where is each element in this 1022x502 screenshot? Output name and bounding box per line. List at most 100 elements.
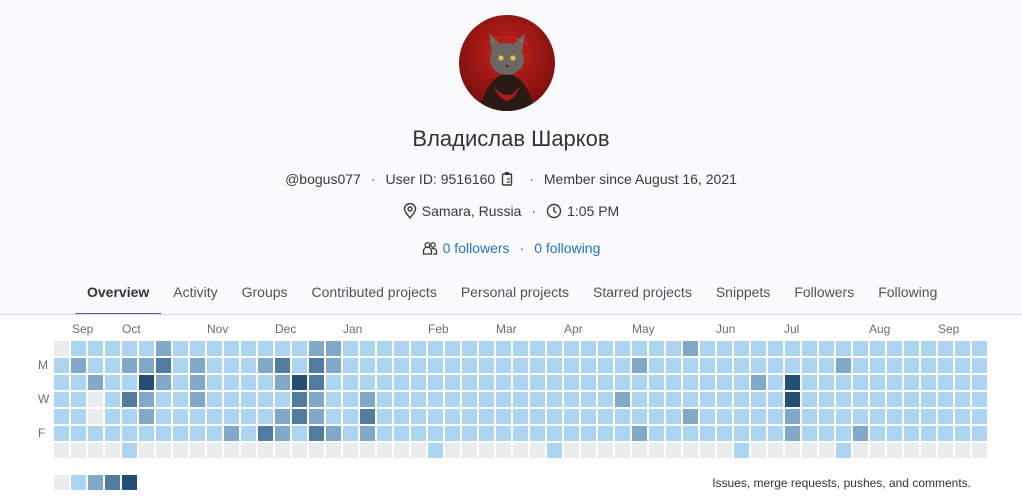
contribution-cell[interactable]	[853, 358, 868, 373]
contribution-cell[interactable]	[122, 443, 137, 458]
contribution-cell[interactable]	[224, 341, 239, 356]
contribution-cell[interactable]	[802, 426, 817, 441]
contribution-cell[interactable]	[275, 341, 290, 356]
contribution-cell[interactable]	[547, 392, 562, 407]
contribution-cell[interactable]	[207, 341, 222, 356]
contribution-cell[interactable]	[751, 375, 766, 390]
contribution-cell[interactable]	[377, 409, 392, 424]
contribution-cell[interactable]	[326, 409, 341, 424]
contribution-cell[interactable]	[632, 443, 647, 458]
contribution-cell[interactable]	[139, 426, 154, 441]
contribution-cell[interactable]	[904, 341, 919, 356]
contribution-cell[interactable]	[887, 409, 902, 424]
contribution-cell[interactable]	[496, 426, 511, 441]
contribution-cell[interactable]	[479, 426, 494, 441]
contribution-cell[interactable]	[564, 443, 579, 458]
contribution-cell[interactable]	[105, 409, 120, 424]
contribution-cell[interactable]	[598, 358, 613, 373]
contribution-cell[interactable]	[173, 341, 188, 356]
contribution-cell[interactable]	[734, 392, 749, 407]
contribution-cell[interactable]	[156, 409, 171, 424]
tab-activity[interactable]: Activity	[161, 276, 229, 315]
contribution-cell[interactable]	[309, 358, 324, 373]
contribution-cell[interactable]	[275, 426, 290, 441]
contribution-cell[interactable]	[547, 375, 562, 390]
contribution-cell[interactable]	[190, 409, 205, 424]
contribution-cell[interactable]	[88, 443, 103, 458]
contribution-cell[interactable]	[258, 426, 273, 441]
contribution-cell[interactable]	[258, 443, 273, 458]
contribution-cell[interactable]	[326, 358, 341, 373]
contribution-cell[interactable]	[88, 358, 103, 373]
contribution-cell[interactable]	[309, 443, 324, 458]
contribution-cell[interactable]	[360, 409, 375, 424]
contribution-cell[interactable]	[71, 392, 86, 407]
contribution-cell[interactable]	[530, 409, 545, 424]
contribution-cell[interactable]	[683, 375, 698, 390]
contribution-cell[interactable]	[462, 409, 477, 424]
contribution-cell[interactable]	[700, 392, 715, 407]
contribution-cell[interactable]	[700, 426, 715, 441]
contribution-cell[interactable]	[785, 409, 800, 424]
contribution-cell[interactable]	[921, 443, 936, 458]
contribution-cell[interactable]	[462, 426, 477, 441]
contribution-cell[interactable]	[292, 392, 307, 407]
tab-followers[interactable]: Followers	[782, 276, 866, 315]
contribution-cell[interactable]	[887, 358, 902, 373]
contribution-cell[interactable]	[751, 426, 766, 441]
contribution-cell[interactable]	[343, 375, 358, 390]
contribution-cell[interactable]	[768, 375, 783, 390]
contribution-cell[interactable]	[853, 443, 868, 458]
contribution-cell[interactable]	[428, 392, 443, 407]
contribution-cell[interactable]	[173, 426, 188, 441]
copy-icon[interactable]	[501, 171, 515, 187]
tab-groups[interactable]: Groups	[230, 276, 300, 315]
contribution-cell[interactable]	[207, 409, 222, 424]
contribution-cell[interactable]	[275, 392, 290, 407]
contribution-cell[interactable]	[683, 409, 698, 424]
contribution-cell[interactable]	[955, 375, 970, 390]
contribution-cell[interactable]	[921, 392, 936, 407]
contribution-cell[interactable]	[921, 375, 936, 390]
tab-starred-projects[interactable]: Starred projects	[581, 276, 704, 315]
contribution-cell[interactable]	[445, 443, 460, 458]
contribution-cell[interactable]	[479, 375, 494, 390]
contribution-cell[interactable]	[88, 426, 103, 441]
contribution-cell[interactable]	[836, 358, 851, 373]
contribution-cell[interactable]	[564, 426, 579, 441]
contribution-cell[interactable]	[870, 392, 885, 407]
contribution-cell[interactable]	[71, 443, 86, 458]
contribution-cell[interactable]	[411, 443, 426, 458]
contribution-cell[interactable]	[292, 443, 307, 458]
contribution-cell[interactable]	[224, 375, 239, 390]
contribution-cell[interactable]	[139, 392, 154, 407]
contribution-cell[interactable]	[88, 392, 103, 407]
contribution-cell[interactable]	[547, 358, 562, 373]
contribution-cell[interactable]	[836, 409, 851, 424]
contribution-cell[interactable]	[887, 341, 902, 356]
contribution-cell[interactable]	[105, 358, 120, 373]
contribution-cell[interactable]	[666, 375, 681, 390]
contribution-cell[interactable]	[207, 392, 222, 407]
contribution-cell[interactable]	[462, 443, 477, 458]
contribution-cell[interactable]	[547, 443, 562, 458]
contribution-cell[interactable]	[241, 341, 256, 356]
contribution-cell[interactable]	[428, 443, 443, 458]
contribution-cell[interactable]	[411, 375, 426, 390]
contribution-cell[interactable]	[887, 392, 902, 407]
contribution-cell[interactable]	[666, 409, 681, 424]
contribution-cell[interactable]	[394, 426, 409, 441]
contribution-cell[interactable]	[802, 358, 817, 373]
contribution-cell[interactable]	[751, 341, 766, 356]
tab-following[interactable]: Following	[866, 276, 949, 315]
contribution-cell[interactable]	[598, 409, 613, 424]
contribution-cell[interactable]	[513, 375, 528, 390]
contribution-cell[interactable]	[751, 443, 766, 458]
contribution-cell[interactable]	[564, 375, 579, 390]
contribution-cell[interactable]	[326, 341, 341, 356]
contribution-cell[interactable]	[734, 358, 749, 373]
contribution-cell[interactable]	[105, 375, 120, 390]
contribution-cell[interactable]	[71, 409, 86, 424]
contribution-cell[interactable]	[173, 392, 188, 407]
contribution-cell[interactable]	[479, 341, 494, 356]
